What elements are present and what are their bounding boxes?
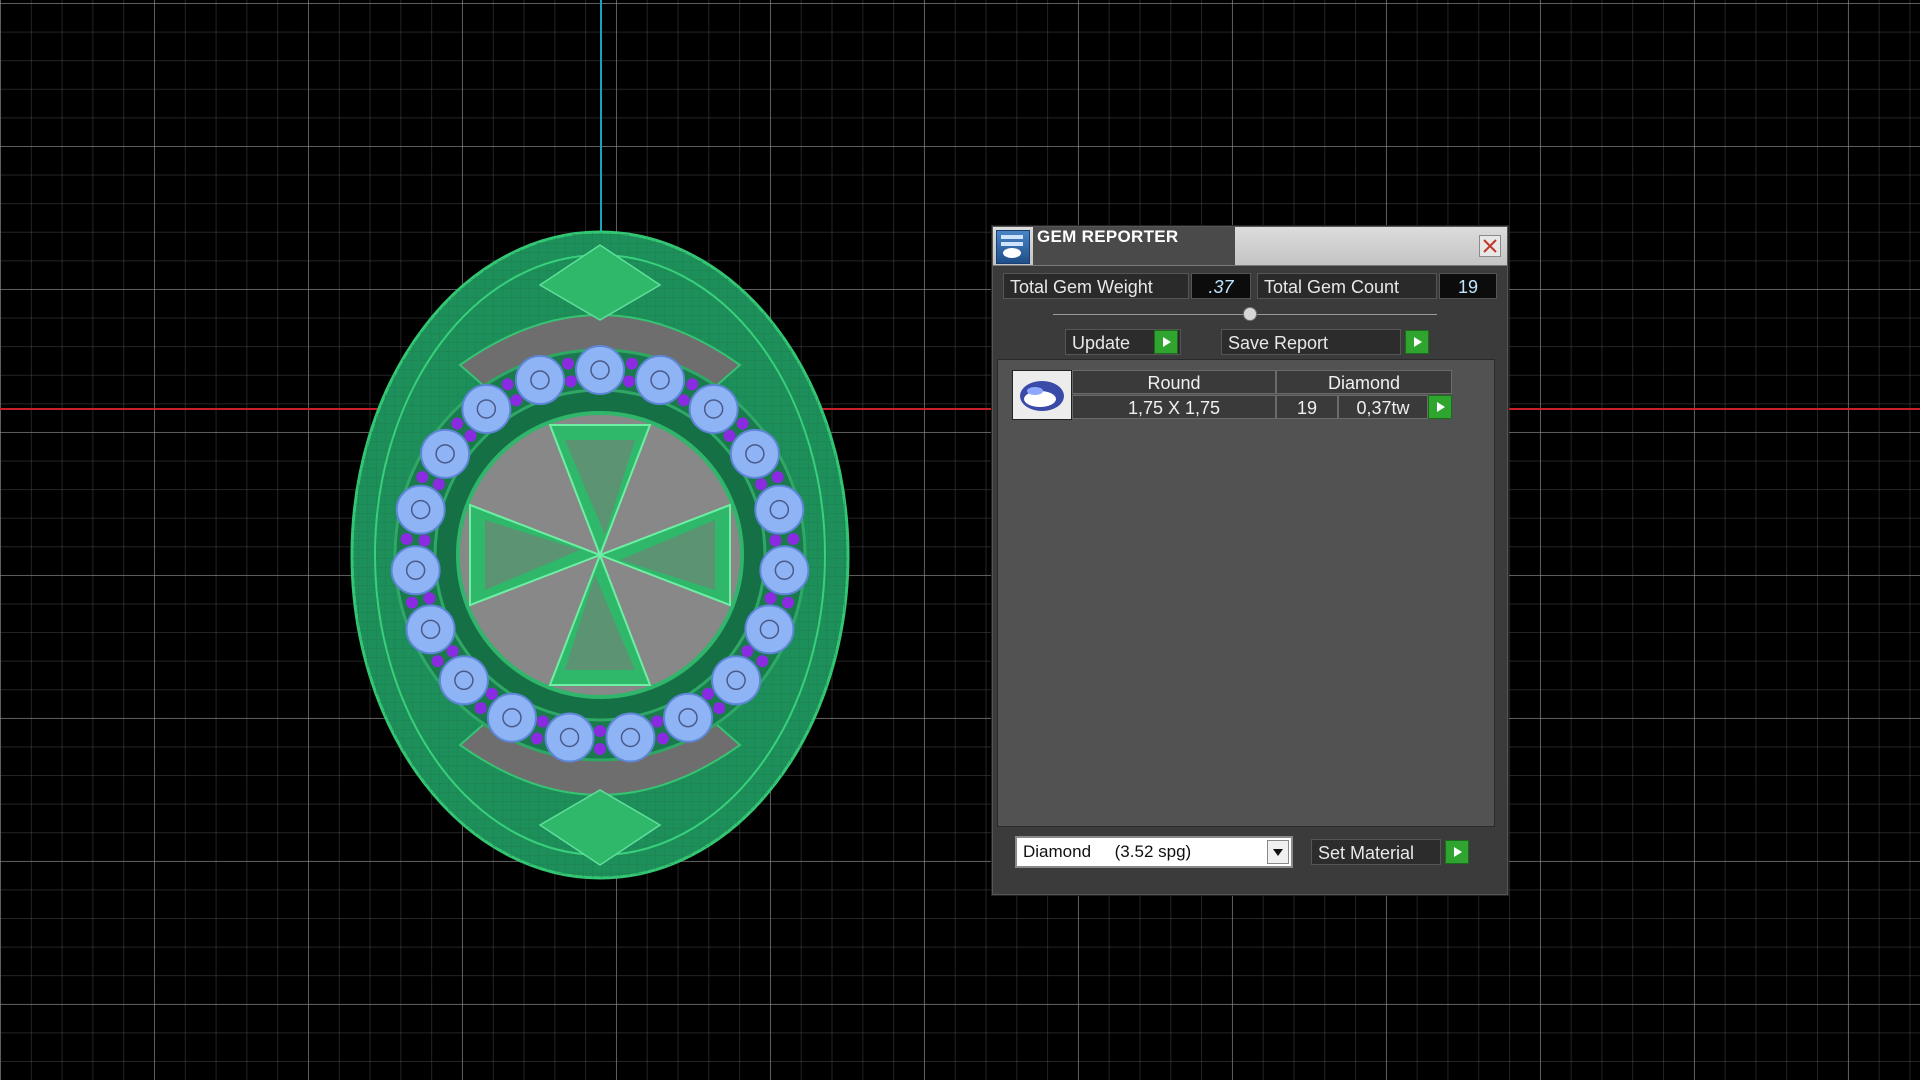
prong	[416, 471, 429, 484]
gem-material-cell: Diamond	[1276, 370, 1452, 394]
prong	[741, 645, 754, 658]
ring-model[interactable]	[340, 225, 860, 885]
3d-viewport[interactable]	[0, 0, 1920, 1080]
halo-gem	[544, 712, 595, 763]
panel-titlebar[interactable]: GEM REPORTER	[993, 227, 1507, 266]
prong	[446, 645, 459, 658]
halo-gem	[438, 655, 489, 706]
green-arrow-icon	[1163, 337, 1171, 347]
chevron-down-icon	[1273, 849, 1283, 856]
halo-gem	[729, 428, 780, 479]
material-dropdown-button[interactable]	[1267, 840, 1289, 864]
prong	[702, 687, 715, 700]
prong	[400, 532, 413, 545]
halo-gem	[390, 545, 441, 596]
halo-gem	[605, 712, 656, 763]
splitter-handle[interactable]	[1243, 307, 1257, 321]
prong	[756, 655, 769, 668]
prong	[764, 592, 777, 605]
close-icon	[1483, 239, 1497, 253]
save-report-go-button[interactable]	[1405, 330, 1429, 354]
prong	[451, 417, 464, 430]
total-gem-weight-label: Total Gem Weight	[1003, 273, 1189, 299]
round-gem-icon[interactable]	[1012, 370, 1072, 420]
halo-gem	[744, 604, 795, 655]
prong	[686, 378, 699, 391]
green-arrow-icon	[1454, 847, 1462, 857]
prong	[464, 429, 477, 442]
total-gem-count-value: 19	[1439, 273, 1497, 299]
prong	[531, 732, 544, 745]
total-gem-weight-value: .37	[1191, 273, 1251, 299]
update-go-button[interactable]	[1154, 330, 1178, 354]
prong	[594, 725, 606, 737]
prong	[562, 357, 575, 370]
panel-title: GEM REPORTER	[1033, 227, 1235, 265]
prong	[782, 596, 795, 609]
prong	[755, 478, 768, 491]
halo-gem	[688, 384, 739, 435]
y-axis-line	[600, 0, 602, 245]
prong	[677, 394, 690, 407]
gem-count-cell: 19	[1276, 395, 1338, 419]
green-arrow-icon	[1437, 402, 1445, 412]
prong	[405, 596, 418, 609]
prong	[713, 702, 726, 715]
halo-gem	[514, 355, 565, 406]
set-material-button[interactable]: Set Material	[1311, 839, 1441, 865]
halo-gem	[486, 692, 537, 743]
material-select[interactable]: Diamond (3.52 spg)	[1015, 836, 1293, 868]
halo-gem	[663, 692, 714, 743]
prong	[769, 534, 782, 547]
prong	[625, 357, 638, 370]
x-axis-line	[0, 408, 1920, 410]
green-arrow-icon	[1414, 337, 1422, 347]
gem-row-go-button[interactable]	[1428, 395, 1452, 419]
prong	[787, 532, 800, 545]
prong	[431, 655, 444, 668]
halo-gem	[395, 484, 446, 535]
prong	[736, 417, 749, 430]
prong	[485, 687, 498, 700]
prong	[510, 394, 523, 407]
halo-gem	[635, 355, 686, 406]
halo-gem	[461, 384, 512, 435]
halo-gem	[759, 545, 810, 596]
material-select-value: Diamond (3.52 spg)	[1023, 842, 1192, 861]
prong	[536, 715, 549, 728]
halo-gem	[754, 484, 805, 535]
halo-gem	[420, 428, 471, 479]
gem-list: Round 1,75 X 1,75 Diamond 19 0,37tw	[997, 359, 1495, 827]
halo-gem	[711, 655, 762, 706]
prong	[565, 375, 578, 388]
prong	[432, 478, 445, 491]
prong	[771, 471, 784, 484]
prong	[622, 375, 635, 388]
prong	[501, 378, 514, 391]
prong	[651, 715, 664, 728]
prong	[418, 534, 431, 547]
halo-gem	[575, 345, 625, 395]
gem-shape-cell: Round	[1072, 370, 1276, 394]
gem-reporter-icon	[996, 230, 1030, 264]
gem-reporter-panel: GEM REPORTER Total Gem Weight .37 Total …	[992, 226, 1508, 895]
prong	[723, 429, 736, 442]
halo-gem	[405, 604, 456, 655]
prong	[594, 743, 606, 755]
save-report-button[interactable]: Save Report	[1221, 329, 1401, 355]
set-material-go-button[interactable]	[1445, 840, 1469, 864]
prong	[656, 732, 669, 745]
prong	[423, 592, 436, 605]
close-button[interactable]	[1479, 235, 1501, 257]
total-gem-count-label: Total Gem Count	[1257, 273, 1437, 299]
prong	[474, 702, 487, 715]
gem-weight-cell: 0,37tw	[1338, 395, 1428, 419]
gem-size-cell: 1,75 X 1,75	[1072, 395, 1276, 419]
